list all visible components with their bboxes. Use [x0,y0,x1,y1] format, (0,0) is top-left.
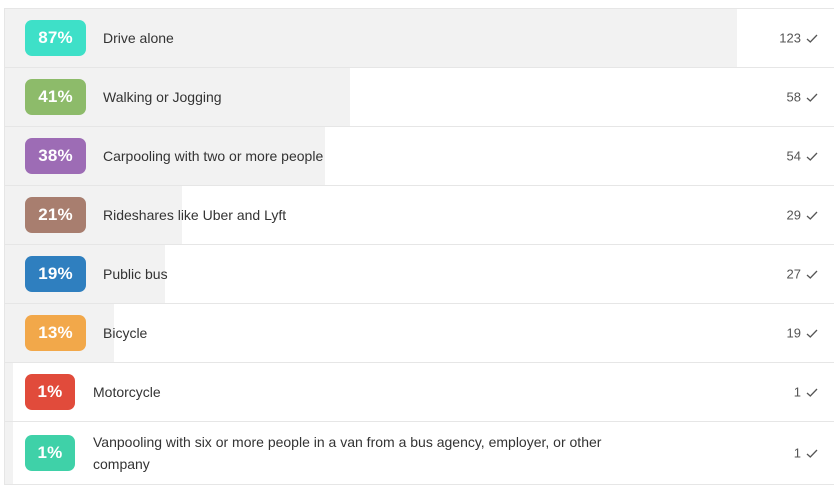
checkmark-icon [806,93,818,102]
result-bar-fill [5,363,13,421]
poll-option-row[interactable]: 21% Rideshares like Uber and Lyft 29 [5,186,834,245]
percent-badge: 19% [25,256,86,292]
option-label: Vanpooling with six or more people in a … [93,434,602,472]
vote-count-value: 54 [786,148,801,164]
percent-badge: 87% [25,20,86,56]
poll-results: 87% Drive alone 123 41% Walking or Jogging 58… [0,0,834,485]
poll-option-row[interactable]: 13% Bicycle 19 [5,304,834,363]
vote-count: 123 [779,31,818,46]
vote-count: 1 [794,446,818,461]
vote-count-value: 1 [793,384,801,400]
vote-count: 27 [787,267,818,282]
vote-count: 1 [794,385,818,400]
checkmark-icon [806,329,818,338]
vote-count-value: 29 [786,207,801,223]
option-label: Public bus [103,266,168,282]
poll-option-row[interactable]: 87% Drive alone 123 [5,9,834,68]
result-bar-fill [5,422,13,484]
poll-option-row[interactable]: 1% Motorcycle 1 [5,363,834,422]
percent-badge: 41% [25,79,86,115]
checkmark-icon [806,270,818,279]
checkmark-icon [806,449,818,458]
percent-badge: 38% [25,138,86,174]
option-label: Motorcycle [93,384,161,400]
vote-count-value: 123 [779,30,801,46]
percent-badge: 13% [25,315,86,351]
checkmark-icon [806,211,818,220]
option-label: Drive alone [103,30,174,46]
poll-option-row[interactable]: 41% Walking or Jogging 58 [5,68,834,127]
vote-count: 54 [787,149,818,164]
vote-count: 58 [787,90,818,105]
poll-option-row[interactable]: 1% Vanpooling with six or more people in … [5,422,834,485]
checkmark-icon [806,388,818,397]
percent-badge: 21% [25,197,86,233]
checkmark-icon [806,152,818,161]
checkmark-icon [806,34,818,43]
option-label: Carpooling with two or more people [103,148,324,164]
percent-badge: 1% [25,435,75,471]
percent-badge: 1% [25,374,75,410]
poll-option-row[interactable]: 19% Public bus 27 [5,245,834,304]
option-label: Rideshares like Uber and Lyft [103,207,287,223]
vote-count-value: 27 [786,266,801,282]
vote-count: 19 [787,326,818,341]
vote-count-value: 19 [786,325,801,341]
option-label: Bicycle [103,325,148,341]
option-label: Walking or Jogging [103,89,222,105]
vote-count-value: 58 [786,89,801,105]
vote-count-value: 1 [793,445,801,461]
vote-count: 29 [787,208,818,223]
poll-option-row[interactable]: 38% Carpooling with two or more people 54 [5,127,834,186]
